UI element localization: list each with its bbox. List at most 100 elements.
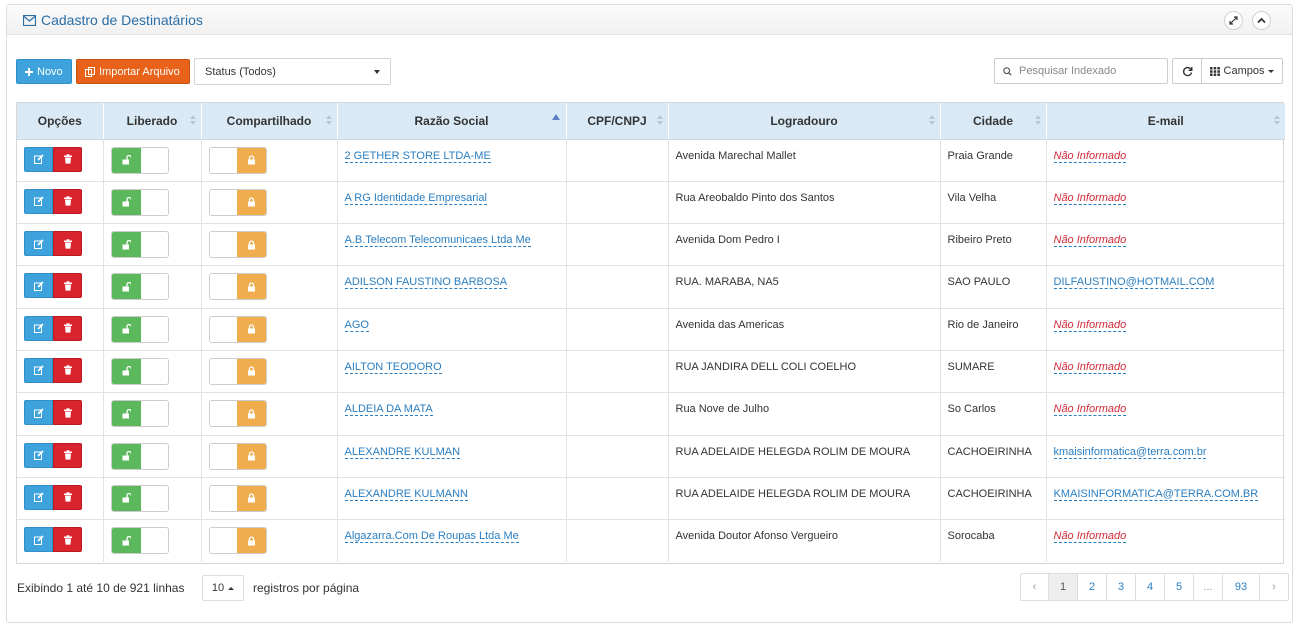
liberado-toggle[interactable] (110, 146, 169, 174)
razao-social-link[interactable]: ALEXANDRE KULMANN (344, 487, 468, 501)
email-link[interactable]: Não Informado (1053, 403, 1127, 417)
delete-button[interactable] (53, 188, 82, 214)
edit-button[interactable] (24, 357, 53, 383)
email-link[interactable]: Não Informado (1053, 149, 1127, 163)
per-page-select[interactable]: 10 (202, 575, 244, 601)
delete-button[interactable] (53, 527, 82, 553)
edit-button[interactable] (24, 273, 53, 299)
col-header-logradouro[interactable]: Logradouro (668, 103, 941, 140)
edit-button[interactable] (24, 400, 53, 426)
col-header-liberado[interactable]: Liberado (103, 103, 202, 140)
sort-ascending-icon (551, 114, 560, 120)
razao-social-link[interactable]: AILTON TEODORO (344, 360, 442, 374)
compartilhado-cell (201, 477, 338, 521)
edit-button[interactable] (24, 484, 53, 510)
pager-page[interactable]: 2 (1078, 574, 1107, 600)
email-link[interactable]: Não Informado (1053, 318, 1127, 332)
col-header-compartilhado[interactable]: Compartilhado (201, 103, 338, 140)
edit-icon (33, 196, 44, 207)
compartilhado-toggle[interactable] (208, 273, 267, 301)
pager-page[interactable]: 1 (1049, 574, 1078, 600)
status-select[interactable]: Status (Todos) (194, 58, 391, 85)
liberado-toggle[interactable] (110, 188, 169, 216)
delete-button[interactable] (53, 357, 82, 383)
razao-social-link[interactable]: A RG Identidade Empresarial (344, 191, 487, 205)
liberado-cell (103, 477, 202, 521)
compartilhado-toggle[interactable] (208, 146, 267, 174)
razao-social-link[interactable]: 2 GETHER STORE LTDA-ME (344, 149, 491, 163)
compartilhado-toggle[interactable] (208, 400, 267, 428)
liberado-cell (103, 139, 202, 182)
razao-social-link[interactable]: ADILSON FAUSTINO BARBOSA (344, 276, 508, 290)
importar-arquivo-button[interactable]: Importar Arquivo (76, 59, 190, 84)
delete-button[interactable] (53, 273, 82, 299)
liberado-cell (103, 435, 202, 478)
pager-prev[interactable]: ‹ (1021, 574, 1049, 600)
email-link[interactable]: Não Informado (1053, 360, 1127, 374)
pager-page[interactable]: 93 (1223, 574, 1260, 600)
email-link[interactable]: Não Informado (1053, 234, 1127, 248)
liberado-toggle[interactable] (110, 442, 169, 470)
razao-social-link[interactable]: AGO (344, 318, 369, 332)
razao-social-link[interactable]: A.B.Telecom Telecomunicaes Ltda Me (344, 234, 531, 248)
edit-button[interactable] (24, 527, 53, 553)
campos-button[interactable]: Campos (1201, 58, 1283, 84)
col-header-cidade[interactable]: Cidade (940, 103, 1047, 140)
compartilhado-toggle[interactable] (208, 315, 267, 343)
compartilhado-toggle[interactable] (208, 527, 267, 555)
email-link[interactable]: DILFAUSTINO@HOTMAIL.COM (1053, 276, 1215, 290)
compartilhado-toggle[interactable] (208, 484, 267, 512)
email-link[interactable]: KMAISINFORMATICA@TERRA.COM.BR (1053, 487, 1259, 501)
pager-page[interactable]: 3 (1107, 574, 1136, 600)
refresh-button[interactable] (1172, 58, 1202, 84)
razao-social-link[interactable]: ALEXANDRE KULMAN (344, 445, 461, 459)
collapse-button[interactable] (1252, 11, 1271, 30)
edit-button[interactable] (24, 315, 53, 341)
sort-icon (1274, 115, 1280, 125)
compartilhado-toggle[interactable] (208, 357, 267, 385)
delete-button[interactable] (53, 400, 82, 426)
delete-button[interactable] (53, 484, 82, 510)
col-header-email[interactable]: E-mail (1046, 103, 1285, 140)
novo-button[interactable]: Novo (16, 59, 72, 84)
pager-next[interactable]: › (1260, 574, 1288, 600)
delete-button[interactable] (53, 315, 82, 341)
razao-social-link[interactable]: ALDEIA DA MATA (344, 403, 433, 417)
compartilhado-toggle[interactable] (208, 442, 267, 470)
logradouro-cell: Rua Nove de Julho (668, 392, 941, 436)
delete-button[interactable] (53, 442, 82, 468)
edit-button[interactable] (24, 146, 53, 172)
col-header-razao-social[interactable]: Razão Social (337, 103, 567, 140)
expand-button[interactable] (1224, 11, 1243, 30)
cpf-cnpj-cell (566, 392, 669, 436)
delete-button[interactable] (53, 146, 82, 172)
compartilhado-toggle[interactable] (208, 231, 267, 259)
liberado-toggle[interactable] (110, 484, 169, 512)
col-header-cpf-cnpj[interactable]: CPF/CNPJ (566, 103, 669, 140)
pager-page[interactable]: ... (1194, 574, 1223, 600)
compartilhado-toggle[interactable] (208, 188, 267, 216)
pager-page[interactable]: 5 (1165, 574, 1194, 600)
edit-button[interactable] (24, 442, 53, 468)
email-link[interactable]: Não Informado (1053, 191, 1127, 205)
liberado-toggle[interactable] (110, 273, 169, 301)
liberado-toggle[interactable] (110, 400, 169, 428)
edit-button[interactable] (24, 231, 53, 257)
search-input[interactable] (1019, 65, 1159, 77)
edit-icon (33, 535, 44, 545)
pager-page[interactable]: 4 (1136, 574, 1165, 600)
email-link[interactable]: kmaisinformatica@terra.com.br (1053, 445, 1207, 459)
email-link[interactable]: Não Informado (1053, 530, 1127, 544)
delete-button[interactable] (53, 231, 82, 257)
liberado-toggle[interactable] (110, 527, 169, 555)
razao-social-link[interactable]: Algazarra.Com De Roupas Ltda Me (344, 530, 519, 544)
edit-button[interactable] (24, 188, 53, 214)
lock-icon (247, 197, 255, 207)
liberado-toggle[interactable] (110, 231, 169, 259)
unlock-icon (122, 281, 131, 292)
liberado-toggle[interactable] (110, 315, 169, 343)
unlock-icon (122, 535, 131, 546)
cpf-cnpj-cell (566, 181, 669, 225)
panel-title: Cadastro de Destinatários (23, 12, 203, 28)
liberado-toggle[interactable] (110, 357, 169, 385)
